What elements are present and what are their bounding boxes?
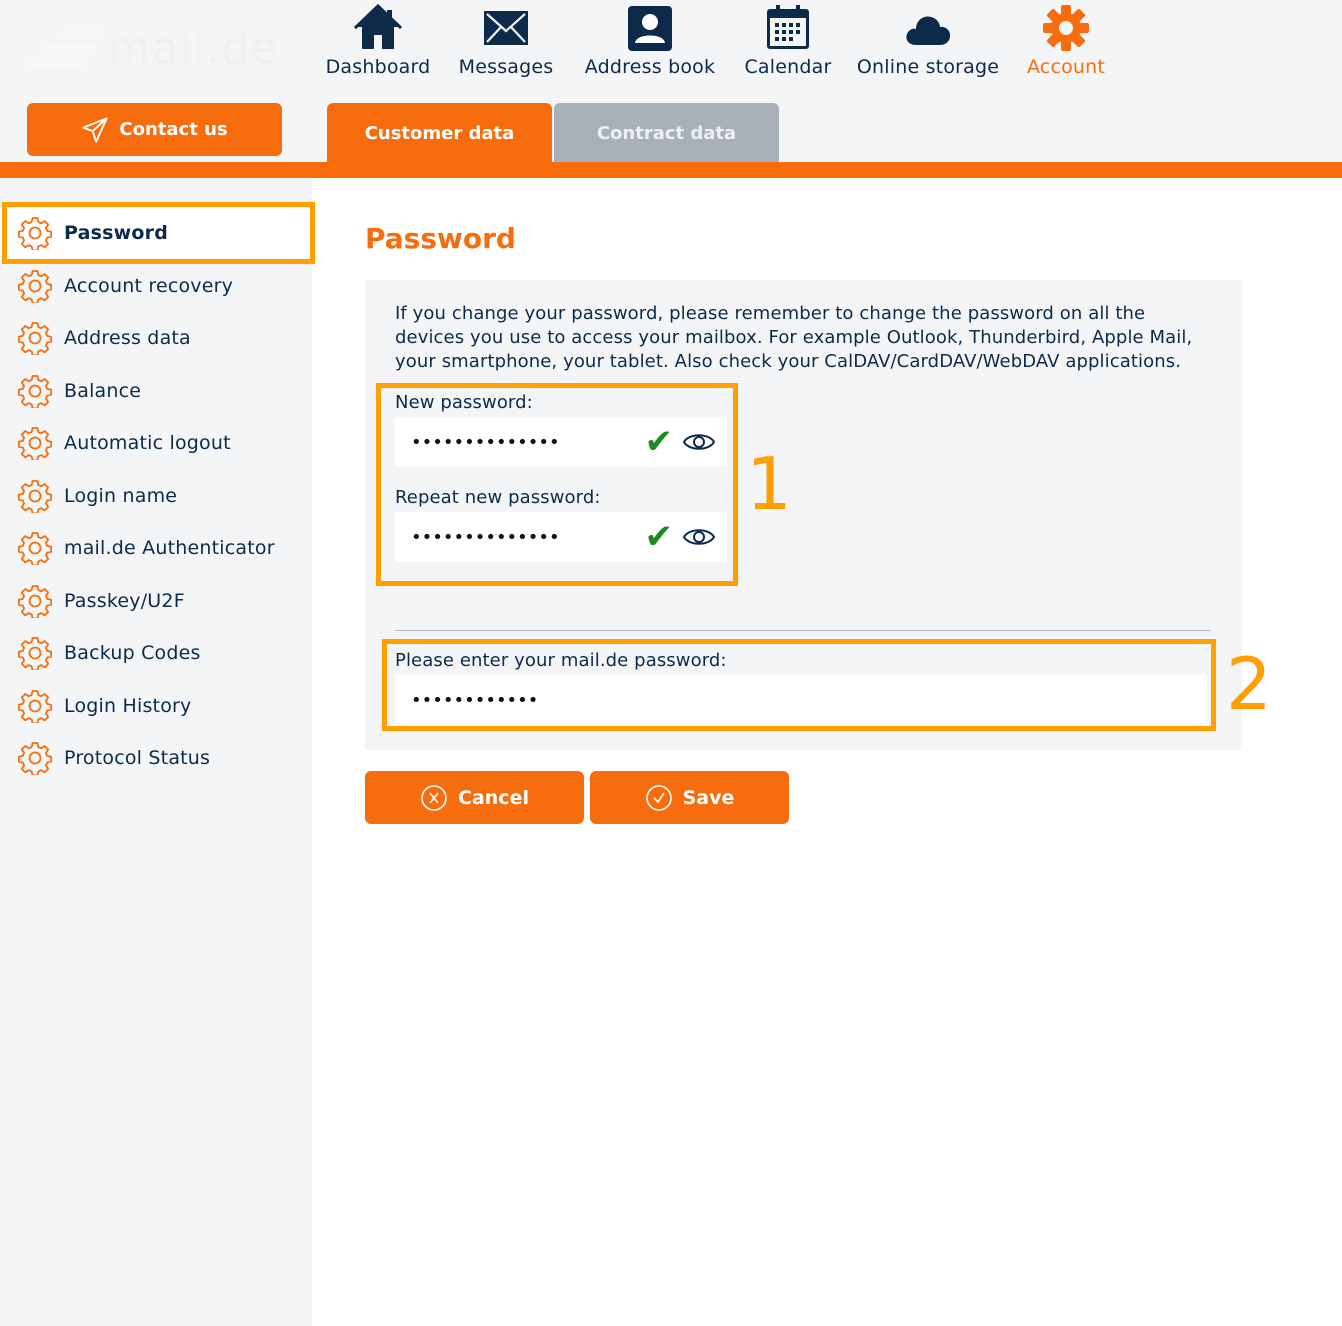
save-button[interactable]: Save [590, 771, 789, 824]
nav-messages-label: Messages [458, 56, 554, 78]
calendar-icon [767, 5, 809, 49]
gear-outline-icon [18, 532, 52, 565]
header-divider-bar [0, 162, 1342, 178]
nav-account[interactable]: Account [1016, 0, 1116, 90]
current-password-label: Please enter your mail.de password: [395, 650, 727, 671]
eye-icon[interactable] [683, 430, 715, 454]
gear-outline-icon [18, 479, 52, 513]
logo-text: mail.de [107, 22, 278, 74]
sidebar-item-label: Address data [64, 327, 191, 349]
nav-online-storage-label: Online storage [856, 56, 1000, 78]
sidebar-item-label: Protocol Status [64, 747, 211, 769]
nav-account-label: Account [1026, 56, 1106, 78]
new-password-input[interactable]: •••••••••••••• ✔ [395, 417, 727, 467]
logo[interactable]: mail.de [25, 18, 278, 78]
nav-messages[interactable]: Messages [456, 0, 556, 90]
gear-outline-icon [18, 742, 52, 775]
new-password-label: New password: [395, 392, 533, 413]
paper-plane-icon [82, 116, 108, 143]
gear-icon [1043, 5, 1089, 51]
nav-dashboard-label: Dashboard [325, 56, 431, 78]
current-password-input[interactable]: •••••••••••• [395, 675, 1207, 725]
gear-outline-icon [18, 637, 52, 670]
sidebar-item-passkey-u2f[interactable]: Passkey/U2F [0, 575, 312, 627]
sidebar-item-label: Login History [64, 694, 192, 717]
gear-outline-icon [18, 584, 52, 618]
password-form-panel: If you change your password, please reme… [365, 280, 1242, 750]
contact-card-icon [628, 6, 672, 51]
sidebar-item-label: mail.de Authenticator [64, 537, 275, 559]
sidebar-item-login-history[interactable]: Login History [0, 680, 312, 732]
sidebar-item-protocol-status[interactable]: Protocol Status [0, 732, 312, 784]
sidebar-item-address-data[interactable]: Address data [0, 312, 312, 364]
nav-address-book[interactable]: Address book [582, 0, 718, 90]
sidebar-item-automatic-logout[interactable]: Automatic logout [0, 417, 312, 469]
nav-dashboard[interactable]: Dashboard [325, 0, 431, 90]
gear-outline-icon [18, 217, 52, 250]
check-circle-icon [645, 784, 672, 811]
header: mail.de Contact us Dashboard Messages Ad… [0, 0, 1342, 163]
save-label: Save [682, 786, 735, 809]
logo-mark-icon [25, 24, 107, 72]
tab-customer-data[interactable]: Customer data [327, 103, 552, 163]
nav-address-book-label: Address book [584, 56, 716, 78]
sidebar: Password Account recovery Address data Bala… [0, 178, 315, 1326]
page-title: Password [365, 222, 516, 255]
info-text: If you change your password, please reme… [395, 303, 1193, 372]
gear-outline-icon [18, 374, 52, 408]
gear-outline-icon [18, 322, 52, 355]
repeat-password-value: •••••••••••••• [411, 526, 560, 548]
checkmark-icon: ✔ [644, 422, 674, 462]
sidebar-item-label: Login name [64, 484, 178, 507]
annotation-marker-1: 1 [746, 442, 792, 526]
tab-contract-data[interactable]: Contract data [554, 103, 779, 163]
cloud-icon [906, 16, 951, 45]
sidebar-item-password[interactable]: Password [0, 207, 312, 259]
sidebar-item-label: Automatic logout [64, 432, 231, 454]
cancel-label: Cancel [458, 786, 529, 809]
current-password-value: •••••••••••• [411, 689, 539, 711]
sidebar-item-label: Account recovery [64, 274, 234, 297]
form-divider [395, 630, 1211, 631]
gear-outline-icon [18, 427, 52, 460]
gear-outline-icon [18, 689, 52, 723]
sidebar-item-label: Passkey/U2F [64, 589, 185, 612]
gear-outline-icon [18, 269, 52, 303]
repeat-password-input[interactable]: •••••••••••••• ✔ [395, 512, 727, 562]
sidebar-item-balance[interactable]: Balance [0, 365, 312, 417]
sidebar-item-label: Password [64, 222, 169, 244]
nav-calendar[interactable]: Calendar [738, 0, 838, 90]
cancel-circle-icon [421, 784, 447, 811]
contact-us-button[interactable]: Contact us [27, 103, 282, 156]
sidebar-item-mail-de-authenticator[interactable]: mail.de Authenticator [0, 522, 312, 574]
nav-online-storage[interactable]: Online storage [856, 0, 1000, 90]
repeat-password-label: Repeat new password: [395, 487, 601, 508]
eye-icon[interactable] [683, 525, 715, 549]
sidebar-item-label: Backup Codes [64, 642, 201, 664]
sidebar-item-backup-codes[interactable]: Backup Codes [0, 627, 312, 679]
cancel-button[interactable]: Cancel [365, 771, 584, 824]
sidebar-item-login-name[interactable]: Login name [0, 470, 312, 522]
new-password-value: •••••••••••••• [411, 431, 560, 453]
checkmark-icon: ✔ [644, 517, 674, 557]
nav-calendar-label: Calendar [744, 56, 832, 78]
sidebar-item-label: Balance [64, 379, 142, 402]
contact-us-label: Contact us [119, 119, 228, 140]
home-icon [354, 3, 402, 49]
annotation-marker-2: 2 [1226, 642, 1272, 726]
sidebar-item-account-recovery[interactable]: Account recovery [0, 260, 312, 312]
envelope-icon [484, 11, 528, 45]
